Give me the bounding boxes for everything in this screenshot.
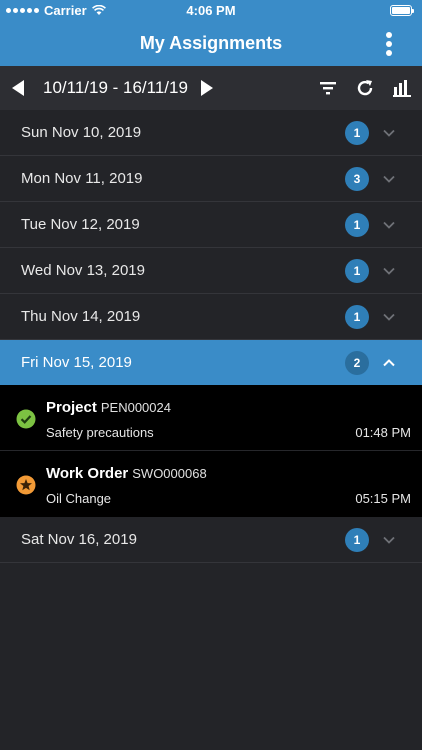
- page-title: My Assignments: [139, 33, 283, 53]
- chevron-down-icon: [383, 221, 395, 229]
- chevron-down-icon: [383, 536, 395, 544]
- check-icon: [16, 409, 36, 429]
- assignment-description: Oil Change: [46, 491, 112, 506]
- assignment-item[interactable]: Work Order SWO000068 Oil Change 05:15 PM: [0, 451, 422, 517]
- chevron-up-icon: [383, 359, 395, 367]
- more-options-icon[interactable]: [386, 32, 394, 56]
- day-list: Sun Nov 10, 2019 1 Mon Nov 11, 2019 3 Tu…: [0, 110, 422, 563]
- chevron-down-icon: [383, 313, 395, 321]
- day-label: Sat Nov 16, 2019: [21, 531, 137, 548]
- assignment-time: 05:15 PM: [355, 491, 411, 506]
- previous-week-icon[interactable]: [12, 80, 24, 96]
- status-time: 4:06 PM: [186, 3, 236, 18]
- day-row-mon[interactable]: Mon Nov 11, 2019 3: [0, 156, 422, 202]
- star-icon: [16, 475, 36, 495]
- app-header: Carrier 4:06 PM My Assignments: [0, 0, 422, 66]
- chevron-down-icon: [383, 267, 395, 275]
- count-badge: 3: [345, 167, 369, 191]
- day-label: Tue Nov 12, 2019: [21, 216, 140, 233]
- chevron-down-icon: [383, 175, 395, 183]
- next-week-icon[interactable]: [201, 80, 213, 96]
- battery-icon: [390, 5, 414, 16]
- day-label: Wed Nov 13, 2019: [21, 262, 145, 279]
- assignment-title: Project PEN000024: [46, 399, 171, 416]
- day-row-tue[interactable]: Tue Nov 12, 2019 1: [0, 202, 422, 248]
- day-row-fri[interactable]: Fri Nov 15, 2019 2: [0, 340, 422, 385]
- assignment-type: Project: [46, 399, 97, 416]
- date-range-toolbar: 10/11/19 - 16/11/19: [0, 66, 422, 110]
- bar-chart-icon[interactable]: [392, 78, 412, 98]
- status-bar: Carrier 4:06 PM: [0, 0, 422, 22]
- assignment-type: Work Order: [46, 465, 129, 482]
- assignment-list: Project PEN000024 Safety precautions 01:4…: [0, 385, 422, 517]
- day-label: Mon Nov 11, 2019: [21, 170, 143, 187]
- day-row-sun[interactable]: Sun Nov 10, 2019 1: [0, 110, 422, 156]
- count-badge: 1: [345, 213, 369, 237]
- count-badge: 1: [345, 305, 369, 329]
- day-label: Sun Nov 10, 2019: [21, 124, 142, 141]
- assignment-id: SWO000068: [132, 466, 207, 481]
- day-label: Thu Nov 14, 2019: [21, 308, 141, 325]
- assignment-description: Safety precautions: [46, 425, 154, 440]
- count-badge: 2: [345, 351, 369, 375]
- date-range-label[interactable]: 10/11/19 - 16/11/19: [43, 78, 188, 98]
- count-badge: 1: [345, 528, 369, 552]
- assignment-id: PEN000024: [100, 400, 171, 415]
- chevron-down-icon: [383, 129, 395, 137]
- day-label: Fri Nov 15, 2019: [21, 354, 132, 371]
- count-badge: 1: [345, 259, 369, 283]
- assignment-time: 01:48 PM: [355, 425, 411, 440]
- assignment-title: Work Order SWO000068: [46, 465, 207, 482]
- refresh-icon[interactable]: [355, 78, 375, 98]
- count-badge: 1: [345, 121, 369, 145]
- filter-icon[interactable]: [318, 78, 338, 98]
- day-row-sat[interactable]: Sat Nov 16, 2019 1: [0, 517, 422, 563]
- day-row-wed[interactable]: Wed Nov 13, 2019 1: [0, 248, 422, 294]
- assignment-item[interactable]: Project PEN000024 Safety precautions 01:4…: [0, 385, 422, 451]
- day-row-thu[interactable]: Thu Nov 14, 2019 1: [0, 294, 422, 340]
